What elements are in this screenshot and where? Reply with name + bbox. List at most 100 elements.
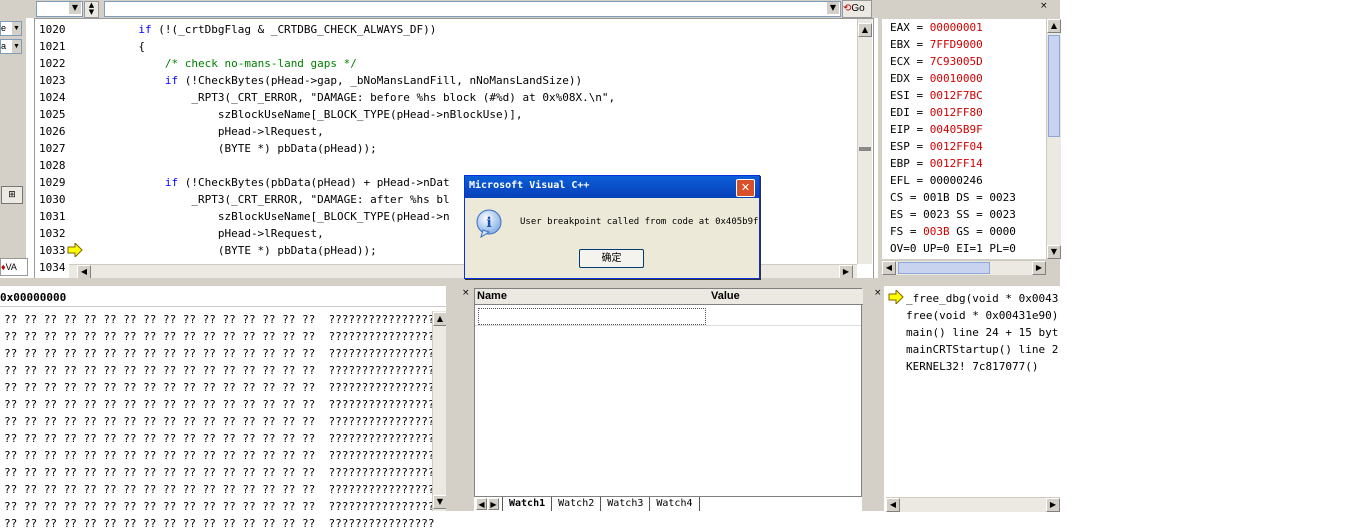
register-line[interactable]: EDX = 00010000 <box>890 70 1054 87</box>
callstack-frame[interactable]: mainCRTStartup() line 2 <box>906 341 1060 358</box>
register-line[interactable]: ECX = 7C93005D <box>890 53 1054 70</box>
scroll-splitter[interactable] <box>859 147 871 151</box>
tab-watch2[interactable]: Watch2 <box>552 497 602 511</box>
registers-header: × <box>878 0 1060 18</box>
callstack-frame[interactable]: main() line 24 + 15 byt <box>906 324 1060 341</box>
left-toolbar-button[interactable]: ⊞ <box>1 186 23 204</box>
memory-vscrollbar[interactable]: ▲ ▼ <box>432 311 447 511</box>
code-text: _RPT3(_CRT_ERROR, "DAMAGE: before %hs bl… <box>85 91 616 104</box>
class-view-tab[interactable]: ♦VA <box>0 258 28 276</box>
memory-dump[interactable]: ?? ?? ?? ?? ?? ?? ?? ?? ?? ?? ?? ?? ?? ?… <box>4 311 434 530</box>
register-line[interactable]: EBP = 0012FF14 <box>890 155 1054 172</box>
memory-row[interactable]: ?? ?? ?? ?? ?? ?? ?? ?? ?? ?? ?? ?? ?? ?… <box>4 481 434 498</box>
register-line[interactable]: EBX = 7FFD9000 <box>890 36 1054 53</box>
register-line[interactable]: EIP = 00405B9F <box>890 121 1054 138</box>
tab-watch3[interactable]: Watch3 <box>601 497 651 511</box>
callstack-frame[interactable]: _free_dbg(void * 0x0043 <box>906 290 1060 307</box>
toolbar-combo-1-dropdown-icon[interactable]: ▼ <box>69 2 81 14</box>
toolbar-combo-2-dropdown-icon[interactable]: ▼ <box>827 2 839 14</box>
memory-row[interactable]: ?? ?? ?? ?? ?? ?? ?? ?? ?? ?? ?? ?? ?? ?… <box>4 379 434 396</box>
watch-close-icon[interactable]: × <box>462 288 470 298</box>
go-button[interactable]: ⟲Go <box>842 0 872 18</box>
register-value: 0012FF14 <box>929 157 983 170</box>
register-line[interactable]: ESP = 0012FF04 <box>890 138 1054 155</box>
registers-hscrollbar[interactable]: ◀ ▶ <box>882 260 1046 275</box>
register-line[interactable]: ESI = 0012F7BC <box>890 87 1054 104</box>
registers-close-icon[interactable]: × <box>1040 1 1048 11</box>
watch-grid[interactable]: Name Value <box>474 288 863 498</box>
source-line[interactable]: 1023 if (!CheckBytes(pHead->gap, _bNoMan… <box>39 72 859 89</box>
source-line[interactable]: 1027 (BYTE *) pbData(pHead)); <box>39 140 859 157</box>
line-number: 1026 <box>39 125 66 138</box>
source-line[interactable]: 1026 pHead->lRequest, <box>39 123 859 140</box>
tab-scroll-right-icon[interactable]: ▶ <box>488 498 499 510</box>
source-line[interactable]: 1025 szBlockUseName[_BLOCK_TYPE(pHead->n… <box>39 106 859 123</box>
tab-watch1[interactable]: Watch1 <box>502 497 553 511</box>
registers-vscrollbar[interactable]: ▲ ▼ <box>1046 19 1061 259</box>
code-text: pHead->lRequest, <box>85 125 324 138</box>
scroll-left-icon[interactable]: ◀ <box>77 265 91 279</box>
source-line[interactable]: 1028 <box>39 157 859 174</box>
dialog-close-button[interactable]: ✕ <box>736 179 755 197</box>
memory-row[interactable]: ?? ?? ?? ?? ?? ?? ?? ?? ?? ?? ?? ?? ?? ?… <box>4 328 434 345</box>
memory-row[interactable]: ?? ?? ?? ?? ?? ?? ?? ?? ?? ?? ?? ?? ?? ?… <box>4 498 434 515</box>
memory-row[interactable]: ?? ?? ?? ?? ?? ?? ?? ?? ?? ?? ?? ?? ?? ?… <box>4 413 434 430</box>
scroll-down-icon[interactable]: ▼ <box>433 495 447 509</box>
memory-row[interactable]: ?? ?? ?? ?? ?? ?? ?? ?? ?? ?? ?? ?? ?? ?… <box>4 447 434 464</box>
register-value: 00010000 <box>929 72 983 85</box>
toolbar-combo-2[interactable] <box>104 1 841 17</box>
scroll-up-icon[interactable]: ▲ <box>433 312 447 326</box>
memory-row[interactable]: ?? ?? ?? ?? ?? ?? ?? ?? ?? ?? ?? ?? ?? ?… <box>4 345 434 362</box>
scroll-left-icon[interactable]: ◀ <box>886 498 900 512</box>
memory-address-bar[interactable]: 0x00000000 <box>0 290 448 307</box>
panel-splitter[interactable] <box>0 278 1060 286</box>
scroll-thumb[interactable] <box>898 262 990 274</box>
tab-watch4[interactable]: Watch4 <box>650 497 700 511</box>
memory-row[interactable]: ?? ?? ?? ?? ?? ?? ?? ?? ?? ?? ?? ?? ?? ?… <box>4 396 434 413</box>
toolbar-spin-icon[interactable]: ▲ ▼ <box>84 1 99 18</box>
scroll-right-icon[interactable]: ▶ <box>1032 261 1046 275</box>
register-line[interactable]: EDI = 0012FF80 <box>890 104 1054 121</box>
registers-panel: × EAX = 00000001 EBX = 7FFD9000 ECX = 7C93… <box>878 0 1061 278</box>
code-text: szBlockUseName[_BLOCK_TYPE(pHead->nBlock… <box>85 108 523 121</box>
register-line[interactable]: CS = 001B DS = 0023 <box>890 189 1054 206</box>
ok-button[interactable]: 确定 <box>579 249 644 268</box>
memory-row[interactable]: ?? ?? ?? ?? ?? ?? ?? ?? ?? ?? ?? ?? ?? ?… <box>4 362 434 379</box>
scroll-left-icon[interactable]: ◀ <box>882 261 896 275</box>
source-line[interactable]: 1020 if (!(_crtDbgFlag & _CRTDBG_CHECK_A… <box>39 21 859 38</box>
scroll-thumb[interactable] <box>1048 35 1060 137</box>
register-line[interactable]: EFL = 00000246 <box>890 172 1054 189</box>
memory-row[interactable]: ?? ?? ?? ?? ?? ?? ?? ?? ?? ?? ?? ?? ?? ?… <box>4 430 434 447</box>
scroll-down-icon[interactable]: ▼ <box>1047 245 1061 259</box>
watch-header-name[interactable]: Name <box>475 289 710 305</box>
source-line[interactable]: 1022 /* check no-mans-land gaps */ <box>39 55 859 72</box>
memory-row[interactable]: ?? ?? ?? ?? ?? ?? ?? ?? ?? ?? ?? ?? ?? ?… <box>4 515 434 532</box>
watch-new-entry[interactable] <box>478 308 706 325</box>
register-line[interactable]: OV=0 UP=0 EI=1 PL=0 <box>890 240 1054 257</box>
register-line[interactable]: ES = 0023 SS = 0023 <box>890 206 1054 223</box>
register-tail: GS = 0000 <box>949 225 1016 238</box>
tab-scroll-left-icon[interactable]: ◀ <box>476 498 487 510</box>
watch-header-value[interactable]: Value <box>709 289 863 305</box>
source-line[interactable]: 1021 { <box>39 38 859 55</box>
memory-row[interactable]: ?? ?? ?? ?? ?? ?? ?? ?? ?? ?? ?? ?? ?? ?… <box>4 464 434 481</box>
register-line[interactable]: FS = 003B GS = 0000 <box>890 223 1054 240</box>
callstack-hscrollbar[interactable]: ◀ ▶ <box>886 497 1060 512</box>
memory-row[interactable]: ?? ?? ?? ?? ?? ?? ?? ?? ?? ?? ?? ?? ?? ?… <box>4 311 434 328</box>
registers-content[interactable]: EAX = 00000001 EBX = 7FFD9000 ECX = 7C9300… <box>882 19 1054 259</box>
source-vscrollbar[interactable]: ▲ <box>857 19 872 264</box>
register-line[interactable]: EAX = 00000001 <box>890 19 1054 36</box>
scroll-right-icon[interactable]: ▶ <box>839 265 853 279</box>
callstack-frame[interactable]: free(void * 0x00431e90) <box>906 307 1060 324</box>
scroll-up-icon[interactable]: ▲ <box>858 23 872 37</box>
source-line[interactable]: 1024 _RPT3(_CRT_ERROR, "DAMAGE: before %… <box>39 89 859 106</box>
callstack-list[interactable]: _free_dbg(void * 0x0043 free(void * 0x004… <box>906 290 1060 490</box>
scroll-up-icon[interactable]: ▲ <box>1047 19 1061 33</box>
dialog-titlebar[interactable]: Microsoft Visual C++ ✕ <box>465 176 759 198</box>
left-combo-a[interactable]: e ▼ <box>0 21 22 36</box>
left-strip <box>0 18 26 276</box>
left-combo-b[interactable]: a ▼ <box>0 39 22 54</box>
callstack-close-icon[interactable]: × <box>874 288 882 298</box>
callstack-frame[interactable]: KERNEL32! 7c817077() <box>906 358 1060 375</box>
scroll-right-icon[interactable]: ▶ <box>1046 498 1060 512</box>
